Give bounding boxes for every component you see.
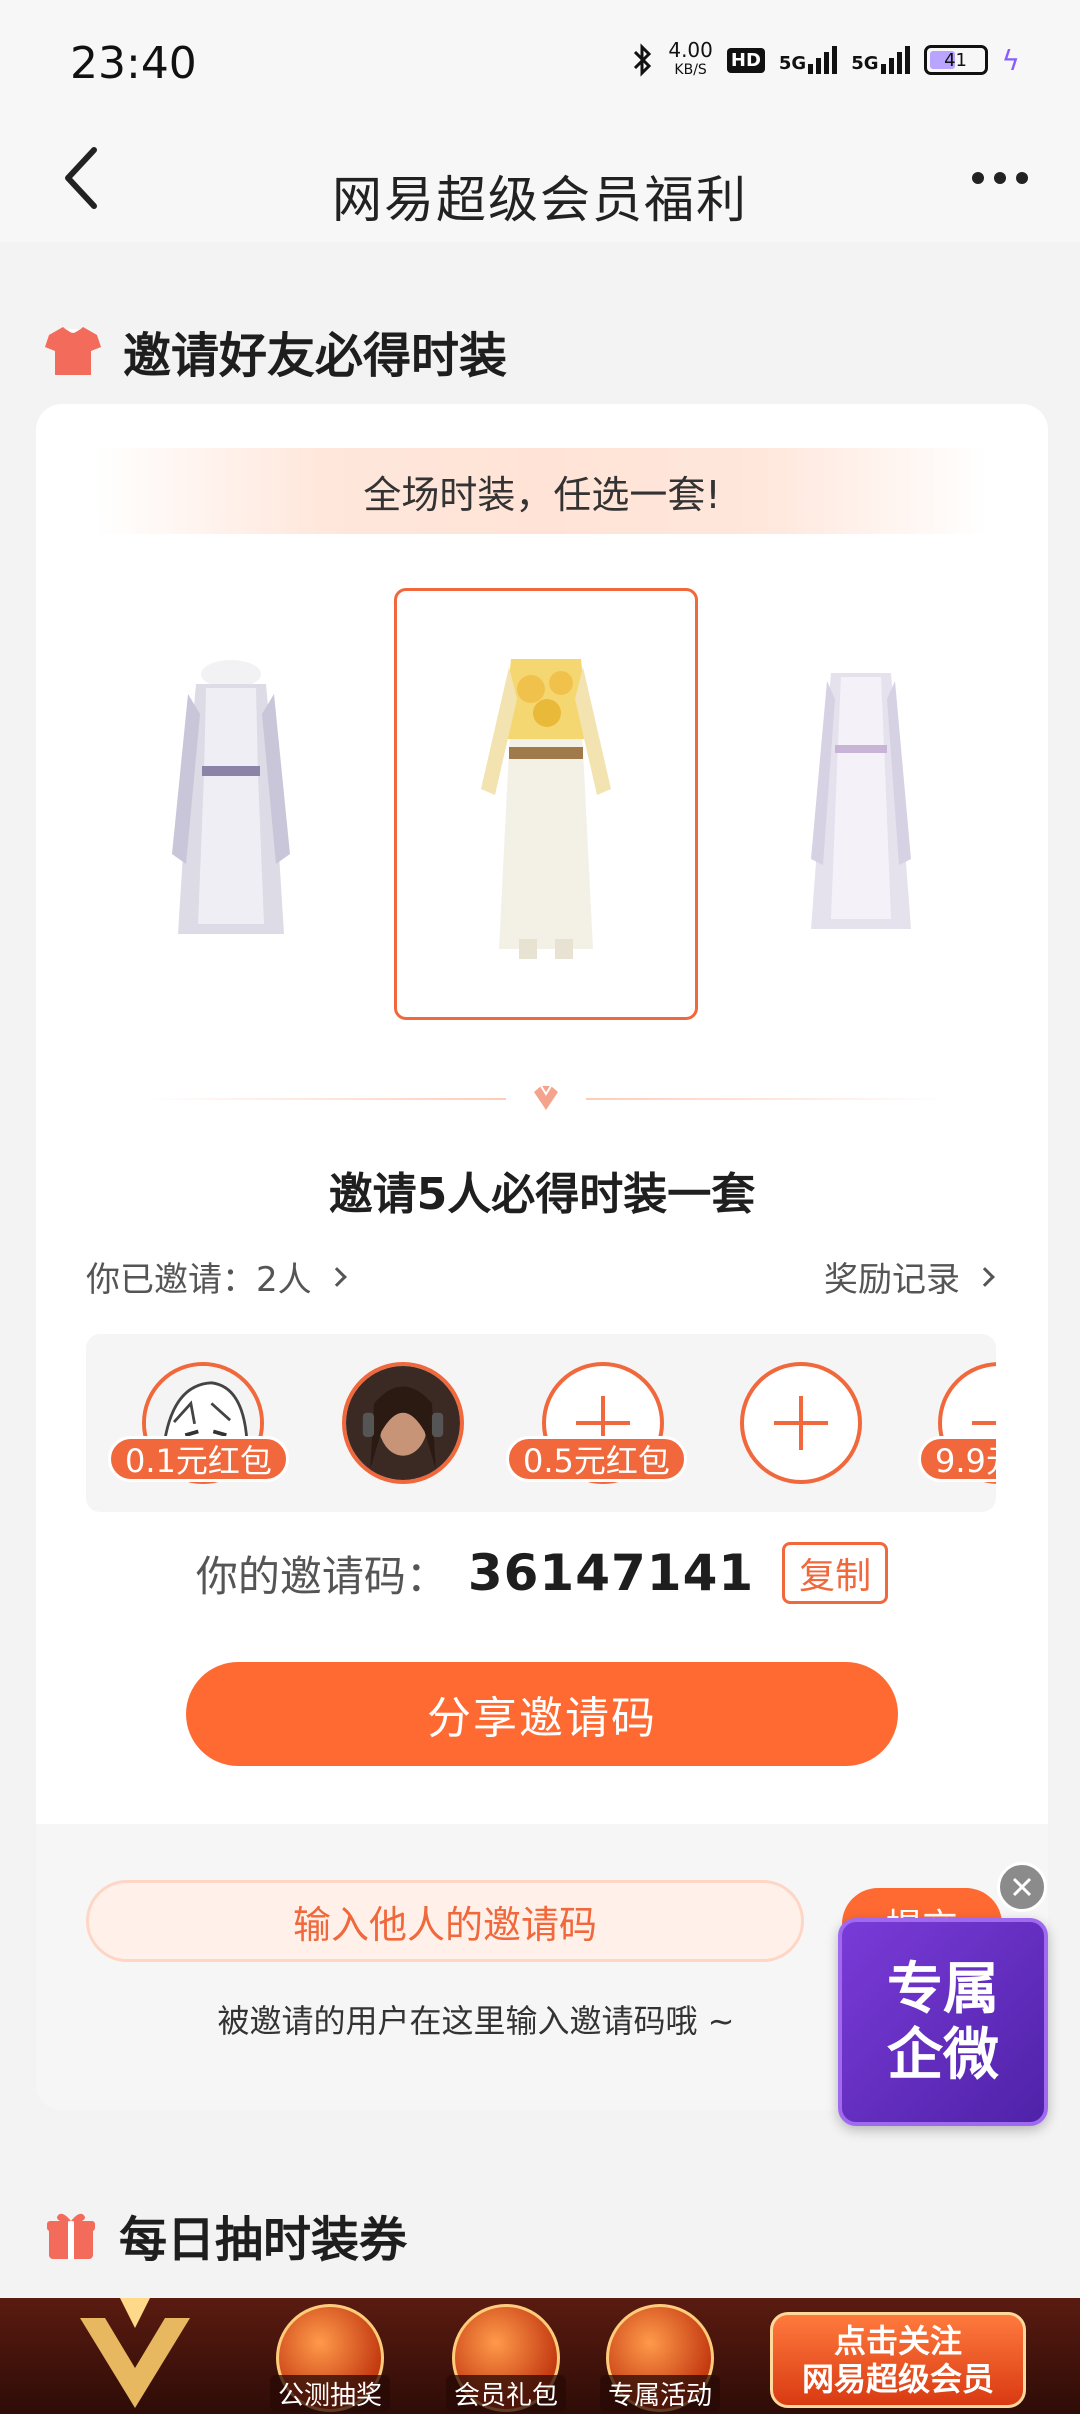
network-speed-value: 4.00 xyxy=(668,38,713,62)
reward-tag: 0.5元红包 xyxy=(506,1436,687,1482)
outfit-image xyxy=(172,660,290,934)
input-hint: 被邀请的用户在这里输入邀请码哦 ~ xyxy=(217,2002,735,2040)
outfit-option-right[interactable] xyxy=(776,588,946,1020)
section-divider xyxy=(146,1084,946,1114)
network-speed-unit: KB/S xyxy=(674,62,707,78)
banner-item-activity[interactable]: 专属活动 xyxy=(600,2304,721,2412)
invited-count-link[interactable]: 你已邀请：2人 xyxy=(86,1252,347,1301)
heart-gem-icon xyxy=(534,1085,558,1110)
game-character-avatar-image xyxy=(346,1366,460,1480)
invite-code-label: 你的邀请码： xyxy=(195,1551,448,1601)
promo-banner[interactable]: 公测抽奖 会员礼包 专属活动 点击关注 网易超级会员 xyxy=(0,2298,1080,2414)
battery-level: 41 xyxy=(944,49,967,71)
follow-cta-button[interactable]: 点击关注 网易超级会员 xyxy=(770,2312,1026,2408)
float-line-1: 专属 xyxy=(887,1956,999,2022)
outfit-option-left[interactable] xyxy=(146,588,316,1020)
section-invite-header: 邀请好友必得时装 xyxy=(45,316,507,386)
invite-card: 全场时装，任选一套! 邀请5人必得时装一套 你已邀请：2人 奖励记录 0.1元红… xyxy=(36,404,1048,2110)
outfit-banner: 全场时装，任选一套! xyxy=(96,448,988,534)
reward-record-label: 奖励记录 xyxy=(824,1260,960,1300)
chevron-right-icon xyxy=(975,1266,995,1287)
invite-slots: 0.1元红包 0.5元红包 9.9元 xyxy=(86,1334,996,1512)
banner-item-lottery[interactable]: 公测抽奖 xyxy=(270,2304,391,2412)
invite-code-row: 你的邀请码： 36147141 复制 xyxy=(36,1542,1048,1604)
game-logo-icon xyxy=(80,2298,190,2408)
invitee-avatar-2 xyxy=(342,1362,464,1484)
more-dots-icon xyxy=(972,172,984,184)
cta-line-2: 网易超级会员 xyxy=(801,2360,994,2398)
wecom-float-widget[interactable]: 专属 企微 xyxy=(838,1918,1048,2126)
outfit-option-selected[interactable] xyxy=(394,588,698,1020)
copy-button[interactable]: 复制 xyxy=(782,1542,889,1604)
float-line-2: 企微 xyxy=(887,2022,999,2088)
status-icons: 4.00 KB/S HD 5G 5G 41 ϟ xyxy=(632,40,1020,80)
banner-item-gift[interactable]: 会员礼包 xyxy=(446,2304,567,2412)
invited-count: 你已邀请：2人 xyxy=(86,1260,312,1300)
battery-icon: 41 xyxy=(923,45,988,75)
reward-tag: 9.9元 xyxy=(918,1436,996,1482)
network-speed: 4.00 KB/S xyxy=(668,40,713,80)
charging-icon: ϟ xyxy=(1001,43,1020,77)
section-daily-title: 每日抽时装券 xyxy=(119,2212,408,2268)
section-invite-title: 邀请好友必得时装 xyxy=(123,328,508,384)
banner-item-label: 公测抽奖 xyxy=(270,2375,391,2412)
bluetooth-icon xyxy=(634,43,652,77)
status-time: 23:40 xyxy=(70,38,197,89)
empty-slot-add[interactable] xyxy=(740,1362,862,1484)
reward-tag: 0.1元红包 xyxy=(108,1436,289,1482)
outfit-image xyxy=(481,659,611,959)
banner-item-label: 专属活动 xyxy=(600,2375,721,2412)
reward-record-link[interactable]: 奖励记录 xyxy=(824,1252,995,1301)
page-title: 网易超级会员福利 xyxy=(332,171,748,229)
section-daily-header: 每日抽时装券 xyxy=(45,2200,407,2270)
hd-badge: HD xyxy=(726,47,765,73)
signal-2-label: 5G xyxy=(851,53,879,74)
signal-icon-1: 5G xyxy=(778,46,838,74)
status-bar: 23:40 4.00 KB/S HD 5G 5G 41 ϟ xyxy=(0,0,1080,120)
share-code-button[interactable]: 分享邀请码 xyxy=(186,1662,898,1766)
chevron-right-icon xyxy=(326,1266,347,1287)
more-button[interactable] xyxy=(960,138,1040,218)
tshirt-icon xyxy=(45,327,101,375)
banner-item-label: 会员礼包 xyxy=(446,2375,567,2412)
outfit-image xyxy=(811,673,911,929)
invite-code-input[interactable]: 输入他人的邀请码 xyxy=(86,1880,804,1962)
invite-code-value: 36147141 xyxy=(467,1544,755,1602)
signal-icon-2: 5G xyxy=(851,46,910,74)
cta-line-1: 点击关注 xyxy=(833,2322,962,2360)
invite-headline: 邀请5人必得时装一套 xyxy=(328,1169,756,1220)
close-float-button[interactable] xyxy=(997,1862,1047,1912)
gift-icon xyxy=(47,2213,95,2259)
nav-bar: 网易超级会员福利 xyxy=(0,120,1080,242)
signal-1-label: 5G xyxy=(778,53,807,74)
close-icon xyxy=(1012,1877,1032,1897)
